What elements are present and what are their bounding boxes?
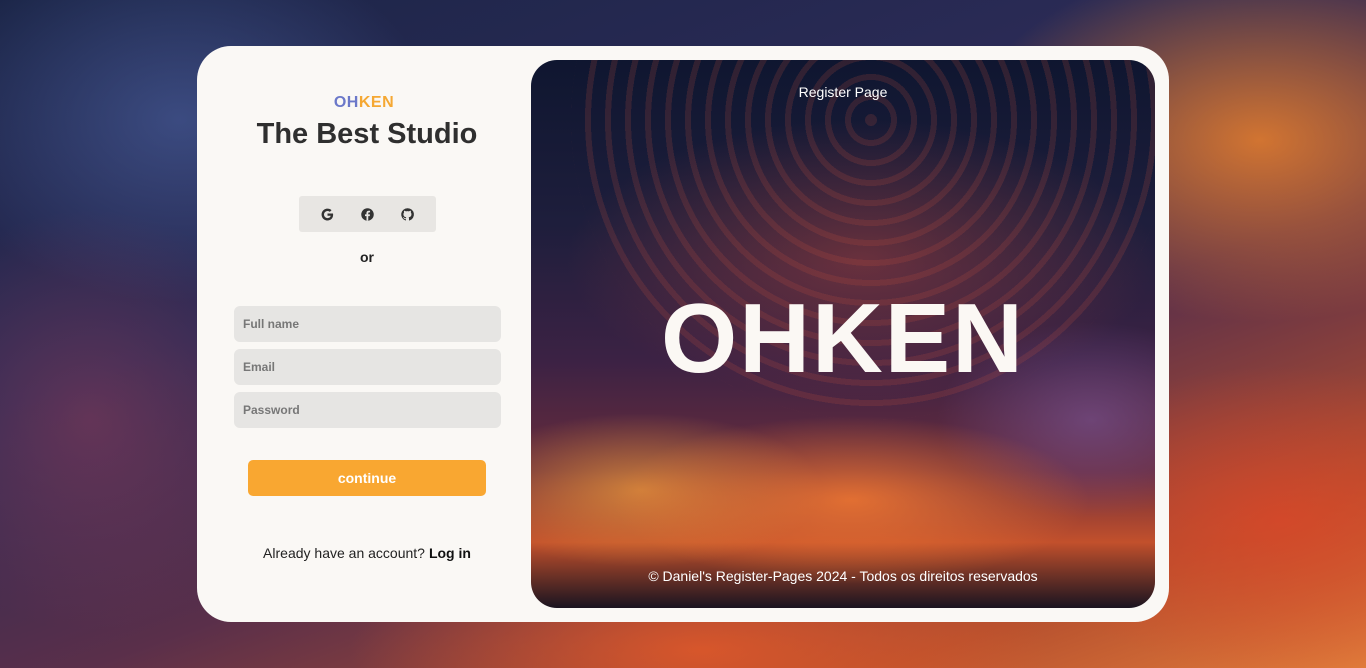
login-prompt-text: Already have an account?	[263, 545, 425, 561]
hero-page-label: Register Page	[798, 84, 888, 100]
login-prompt: Already have an account? Log in	[197, 545, 537, 561]
brand-logo-part-1: OH	[333, 94, 359, 111]
hero-logo-text: OHKEN	[661, 283, 1025, 393]
copyright-text: © Daniel's Register-Pages 2024 - Todos o…	[648, 568, 1038, 584]
brand-logo-part-2: KEN	[358, 94, 395, 111]
continue-button[interactable]: continue	[248, 460, 486, 496]
password-input[interactable]	[234, 392, 501, 428]
register-card: OHKEN The Best Studio or continue Alread…	[197, 46, 1169, 622]
google-icon[interactable]	[318, 205, 336, 223]
or-separator: or	[360, 249, 374, 265]
social-login-group	[299, 196, 436, 232]
facebook-icon[interactable]	[358, 205, 376, 223]
login-link[interactable]: Log in	[429, 545, 471, 561]
github-icon[interactable]	[399, 205, 417, 223]
hero-panel: Register Page OHKEN © Daniel's Register-…	[531, 60, 1155, 608]
page-title: The Best Studio	[256, 118, 478, 150]
brand-logo: OHKEN	[197, 94, 531, 112]
full-name-input[interactable]	[234, 306, 501, 342]
register-form-panel: OHKEN The Best Studio or continue Alread…	[197, 46, 531, 622]
email-input[interactable]	[234, 349, 501, 385]
